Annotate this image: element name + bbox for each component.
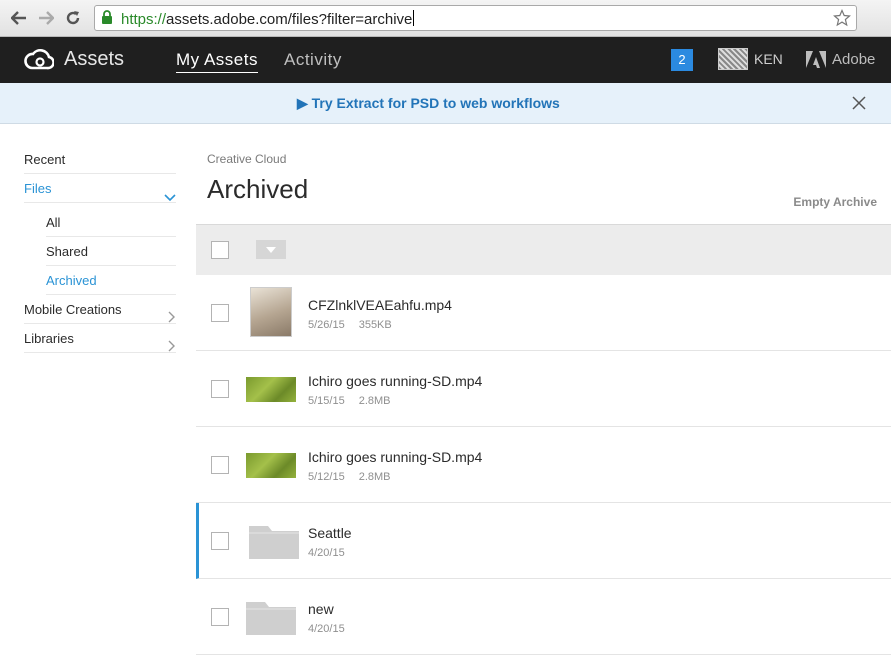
folder-icon[interactable] (249, 519, 299, 563)
url-path: assets.adobe.com/files?filter=archive (166, 11, 413, 28)
sidebar-item-recent[interactable]: Recent (24, 146, 176, 174)
creative-cloud-logo-icon[interactable] (24, 48, 55, 75)
sidebar-item-label: Shared (46, 244, 88, 259)
sidebar-item-libraries[interactable]: Libraries (24, 325, 176, 353)
promo-banner: ▶ Try Extract for PSD to web workflows (0, 83, 891, 124)
sidebar-item-archived[interactable]: Archived (46, 267, 176, 295)
file-row[interactable]: Ichiro goes running-SD.mp4 5/12/15 2.8MB (196, 427, 891, 503)
avatar[interactable] (718, 48, 748, 70)
folder-row[interactable]: new 4/20/15 (196, 579, 891, 655)
sidebar-item-label: Recent (24, 152, 66, 167)
app-title: Assets (64, 48, 125, 70)
nav-activity[interactable]: Activity (284, 50, 342, 70)
file-date: 5/12/15 (308, 471, 345, 483)
forward-icon[interactable] (36, 8, 56, 28)
folder-icon[interactable] (246, 595, 296, 639)
star-icon[interactable] (833, 9, 851, 32)
empty-archive-button[interactable]: Empty Archive (793, 195, 877, 209)
adobe-brand-text[interactable]: Adobe (832, 51, 875, 68)
promo-link[interactable]: ▶ Try Extract for PSD to web workflows (297, 95, 560, 112)
close-icon[interactable] (851, 95, 867, 116)
folder-name[interactable]: Seattle (308, 525, 352, 541)
file-date: 5/15/15 (308, 395, 345, 407)
folder-meta: 4/20/15 (308, 547, 345, 559)
page-title: Archived (207, 174, 309, 204)
notification-badge[interactable]: 2 (671, 49, 693, 71)
sidebar-item-mobile-creations[interactable]: Mobile Creations (24, 296, 176, 324)
folder-meta: 4/20/15 (308, 623, 345, 635)
user-name[interactable]: KEN (754, 51, 783, 67)
file-name[interactable]: Ichiro goes running-SD.mp4 (308, 373, 482, 389)
sidebar-item-shared[interactable]: Shared (46, 238, 176, 266)
folder-name[interactable]: new (308, 601, 334, 617)
breadcrumb[interactable]: Creative Cloud (207, 152, 286, 166)
file-date: 5/26/15 (308, 319, 345, 331)
row-checkbox[interactable] (211, 304, 229, 322)
file-row[interactable]: Ichiro goes running-SD.mp4 5/15/15 2.8MB (196, 351, 891, 427)
file-meta: 5/26/15 355KB (308, 319, 392, 331)
folder-row[interactable]: Seattle 4/20/15 (196, 503, 891, 579)
table-header (196, 224, 891, 275)
caret-down-icon (266, 246, 276, 253)
file-row[interactable]: CFZlnklVEAEahfu.mp4 5/26/15 355KB (196, 275, 891, 351)
file-size: 2.8MB (358, 471, 391, 483)
file-size: 2.8MB (358, 395, 391, 407)
sidebar-item-label: Mobile Creations (24, 302, 122, 317)
url-text: https://assets.adobe.com/files?filter=ar… (121, 10, 415, 28)
select-all-checkbox[interactable] (211, 241, 229, 259)
file-name[interactable]: CFZlnklVEAEahfu.mp4 (308, 297, 452, 313)
app-header: Assets My Assets Activity 2 KEN Adobe (0, 37, 891, 83)
file-thumbnail[interactable] (246, 453, 296, 478)
file-thumbnail[interactable] (250, 287, 292, 337)
file-meta: 5/12/15 2.8MB (308, 471, 391, 483)
main-content: Creative Cloud Archived Empty Archive CF… (196, 124, 891, 655)
file-meta: 5/15/15 2.8MB (308, 395, 391, 407)
row-checkbox[interactable] (211, 532, 229, 550)
reload-icon[interactable] (63, 8, 83, 28)
back-icon[interactable] (9, 8, 29, 28)
url-scheme: https:// (121, 11, 167, 28)
sidebar-item-label: Archived (46, 273, 97, 288)
sidebar-item-label: Files (24, 181, 52, 196)
row-checkbox[interactable] (211, 456, 229, 474)
folder-date: 4/20/15 (308, 547, 345, 559)
sidebar-item-label: All (46, 215, 61, 230)
file-thumbnail[interactable] (246, 377, 296, 402)
lock-icon (101, 10, 113, 30)
sidebar-item-label: Libraries (24, 331, 74, 346)
file-name[interactable]: Ichiro goes running-SD.mp4 (308, 449, 482, 465)
sidebar-item-files[interactable]: Files (24, 175, 176, 203)
address-bar[interactable]: https://assets.adobe.com/files?filter=ar… (94, 5, 857, 31)
adobe-logo-icon (806, 51, 826, 73)
sidebar: Recent Files All Shared Archived Mobile … (0, 124, 196, 653)
row-checkbox[interactable] (211, 608, 229, 626)
chevron-right-icon (168, 334, 176, 362)
nav-my-assets[interactable]: My Assets (176, 50, 258, 73)
row-checkbox[interactable] (211, 380, 229, 398)
bulk-actions-dropdown[interactable] (256, 240, 286, 259)
folder-date: 4/20/15 (308, 623, 345, 635)
chevron-down-icon (164, 184, 176, 212)
file-size: 355KB (358, 319, 392, 331)
browser-toolbar: https://assets.adobe.com/files?filter=ar… (0, 0, 891, 37)
sidebar-item-all[interactable]: All (46, 209, 176, 237)
